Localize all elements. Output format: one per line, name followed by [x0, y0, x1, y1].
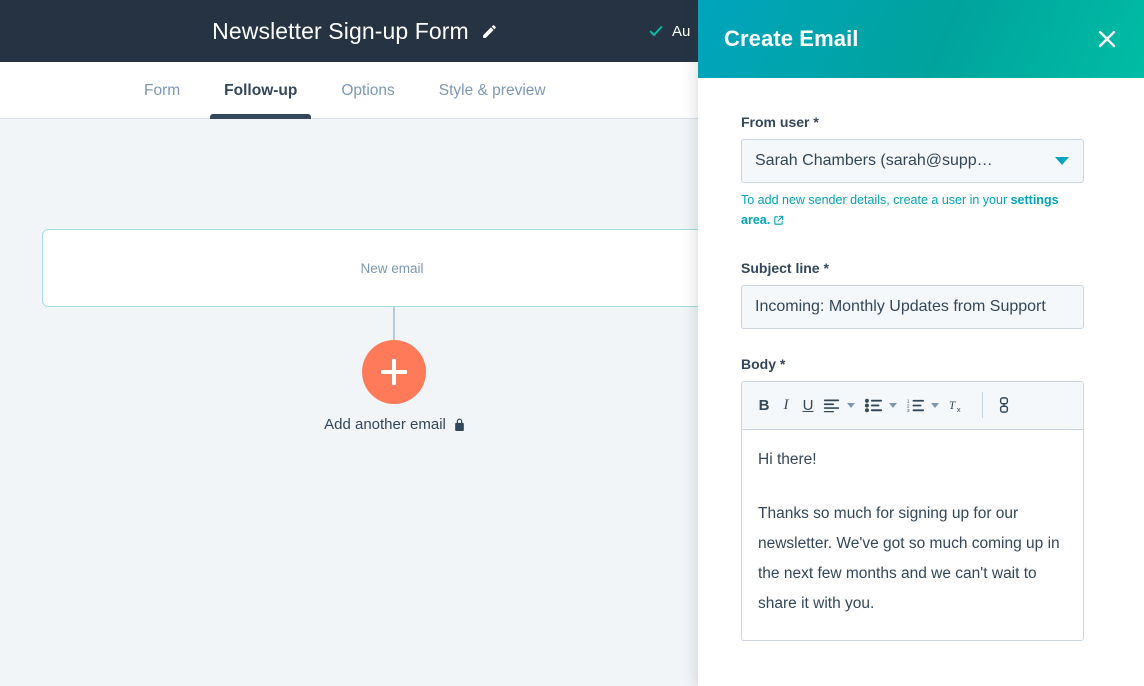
- chevron-down-icon: [1055, 157, 1069, 165]
- from-user-value: Sarah Chambers (sarah@supp…: [755, 152, 993, 169]
- tab-follow-up-label: Follow-up: [224, 81, 298, 99]
- add-another-email-label-group: Add another email: [0, 416, 790, 433]
- numbered-list-caret-chevron-down-icon[interactable]: [931, 402, 939, 408]
- clear-formatting-button[interactable]: T x: [946, 390, 971, 420]
- body-paragraph: Hi there!: [758, 450, 817, 468]
- autosave-label: Au: [672, 22, 691, 40]
- italic-button[interactable]: I: [776, 390, 796, 420]
- body-paragraph: Thanks so much for signing up for our ne…: [758, 504, 1060, 613]
- tab-form[interactable]: Form: [122, 62, 202, 119]
- underline-button[interactable]: U: [798, 390, 818, 420]
- align-caret-chevron-down-icon[interactable]: [847, 402, 855, 408]
- numbered-list-icon[interactable]: 1 2 3: [904, 390, 927, 420]
- bullet-list-caret-chevron-down-icon[interactable]: [889, 402, 897, 408]
- from-user-label: From user *: [741, 114, 819, 130]
- editor-toolbar: B I U 1 2 3 T x: [742, 381, 1083, 430]
- external-link-icon: [773, 212, 784, 232]
- helper-prefix: To add new sender details, create a user…: [741, 193, 1011, 207]
- body-editor: B I U 1 2 3 T x Hi there! Thanks so much…: [741, 380, 1084, 641]
- new-email-card[interactable]: New email: [42, 229, 742, 307]
- align-icon[interactable]: [820, 390, 843, 420]
- tab-options-label: Options: [341, 81, 395, 99]
- panel-body: From user * Sarah Chambers (sarah@supp… …: [698, 78, 1144, 641]
- panel-title: Create Email: [724, 26, 859, 51]
- add-email-button[interactable]: [362, 340, 426, 404]
- from-user-helper-text: To add new sender details, create a user…: [741, 190, 1071, 233]
- close-icon[interactable]: [1090, 22, 1124, 56]
- add-another-email-label: Add another email: [324, 416, 446, 433]
- tab-follow-up[interactable]: Follow-up: [202, 62, 319, 119]
- panel-header: Create Email: [698, 0, 1144, 78]
- svg-text:T: T: [949, 399, 956, 411]
- body-label: Body *: [741, 355, 786, 372]
- tab-options[interactable]: Options: [319, 62, 416, 119]
- bullet-list-icon[interactable]: [862, 390, 885, 420]
- tab-form-label: Form: [144, 81, 181, 99]
- body-editor-content[interactable]: Hi there! Thanks so much for signing up …: [742, 430, 1083, 640]
- subject-field-group: Subject line *: [741, 260, 1101, 329]
- autosave-status: Au: [648, 0, 690, 62]
- subject-input[interactable]: [741, 284, 1084, 329]
- check-icon: [648, 23, 664, 39]
- from-user-field-group: From user * Sarah Chambers (sarah@supp… …: [741, 114, 1101, 233]
- tab-style-preview[interactable]: Style & preview: [417, 62, 568, 119]
- pencil-icon[interactable]: [481, 23, 498, 40]
- tab-style-preview-label: Style & preview: [438, 81, 546, 99]
- page-title: Newsletter Sign-up Form: [212, 17, 469, 44]
- form-title-group: Newsletter Sign-up Form: [0, 0, 710, 62]
- lock-icon: [453, 417, 466, 432]
- from-user-select[interactable]: Sarah Chambers (sarah@supp…: [741, 139, 1084, 183]
- svg-text:x: x: [957, 404, 961, 413]
- bold-button[interactable]: B: [754, 390, 774, 420]
- app-root: Newsletter Sign-up Form Au Form Follow-u…: [0, 0, 1144, 686]
- create-email-panel: Create Email From user * Sarah Chambers …: [698, 0, 1144, 686]
- new-email-card-label: New email: [360, 260, 424, 276]
- link-icon[interactable]: [994, 390, 1014, 420]
- body-field-group: Body * B I U 1 2 3 T x Hi there! Thanks …: [741, 356, 1101, 641]
- plus-icon-vertical: [392, 359, 396, 385]
- toolbar-separator: [982, 392, 983, 418]
- svg-text:3: 3: [907, 408, 910, 413]
- subject-label: Subject line *: [741, 259, 829, 276]
